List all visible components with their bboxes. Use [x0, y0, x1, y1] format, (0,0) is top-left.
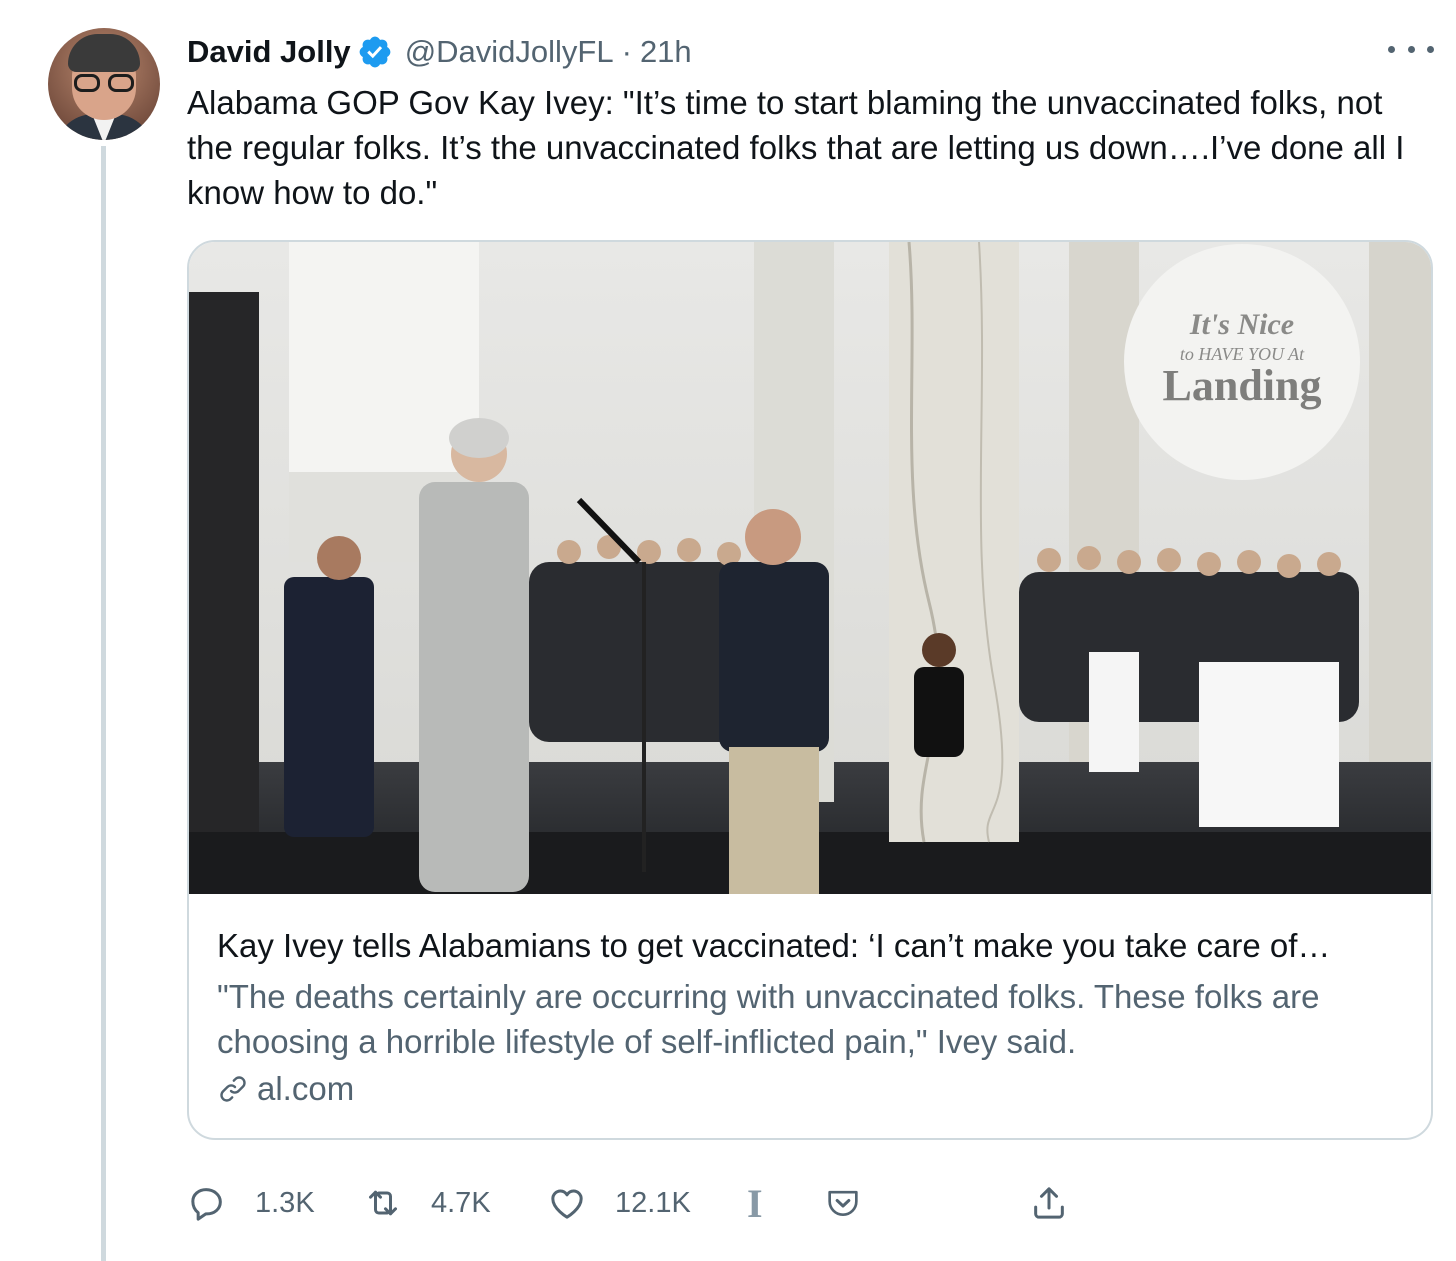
heart-icon	[551, 1189, 583, 1219]
reply-count: 1.3K	[255, 1186, 315, 1219]
retweet-count: 4.7K	[431, 1186, 491, 1219]
like-button[interactable]: 12.1K	[547, 1175, 691, 1231]
sign-line3: Landing	[1163, 361, 1322, 410]
tweet-text: Alabama GOP Gov Kay Ivey: "It’s time to …	[187, 84, 1405, 211]
tweet-timestamp[interactable]: 21h	[640, 34, 692, 70]
pocket-button[interactable]	[823, 1175, 863, 1231]
share-button[interactable]	[1029, 1175, 1069, 1231]
author-handle[interactable]: @DavidJollyFL	[405, 34, 614, 70]
sign-line1: It's Nice	[1189, 308, 1294, 341]
extension-i-button[interactable]: I	[747, 1175, 763, 1231]
verified-badge-icon	[359, 36, 391, 68]
card-image: It's Nice to HAVE YOU At Landing	[189, 242, 1431, 894]
card-domain[interactable]: al.com	[217, 1070, 354, 1108]
tweet-header: David Jolly @DavidJollyFL · 21h	[187, 30, 692, 74]
pocket-icon	[828, 1190, 858, 1216]
retweet-button[interactable]: 4.7K	[363, 1175, 491, 1231]
like-count: 12.1K	[615, 1186, 691, 1219]
retweet-icon	[369, 1190, 397, 1216]
author-avatar[interactable]	[48, 28, 160, 140]
card-description: "The deaths certainly are occurring with…	[217, 978, 1320, 1060]
extension-i-icon: I	[747, 1180, 763, 1226]
link-card[interactable]: It's Nice to HAVE YOU At Landing Kay Ive…	[187, 240, 1433, 1140]
card-domain-text: al.com	[257, 1070, 355, 1107]
thread-line	[101, 146, 106, 1261]
link-icon	[220, 1076, 246, 1102]
card-title[interactable]: Kay Ivey tells Alabamians to get vaccina…	[217, 924, 1417, 968]
reply-button[interactable]: 1.3K	[187, 1175, 315, 1231]
author-name[interactable]: David Jolly	[187, 34, 351, 70]
more-options-icon[interactable]	[1388, 34, 1434, 64]
separator-dot: ·	[621, 34, 632, 69]
reply-icon	[191, 1188, 222, 1221]
tweet-actions: 1.3K 4.7K 12.1K I	[187, 1175, 1087, 1231]
share-icon	[1034, 1187, 1064, 1219]
card-body[interactable]: Kay Ivey tells Alabamians to get vaccina…	[189, 894, 1431, 1138]
